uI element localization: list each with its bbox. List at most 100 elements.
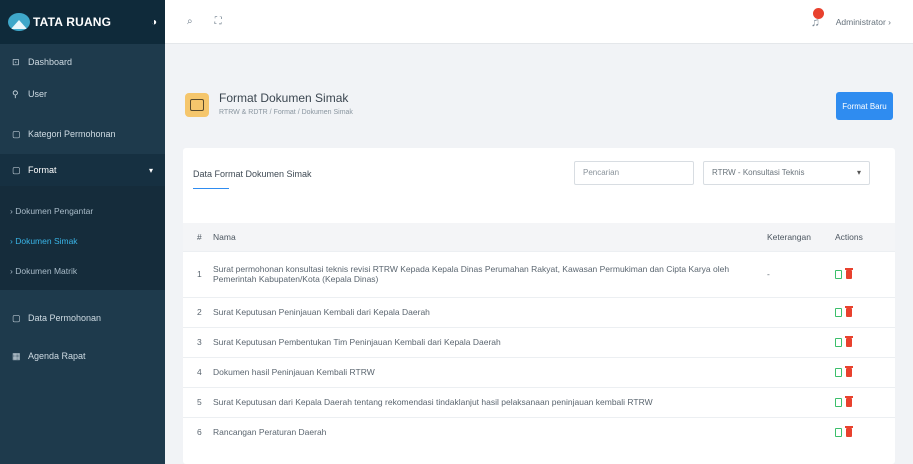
row-actions xyxy=(827,386,895,417)
table-row: 6 Rancangan Peraturan Daerah xyxy=(183,416,895,447)
row-keterangan xyxy=(767,296,827,327)
sidebar-subitem-label: Dokumen Simak xyxy=(15,236,78,246)
row-keterangan xyxy=(767,326,827,357)
row-keterangan xyxy=(767,386,827,417)
sidebar-item-data-permohonan[interactable]: ▢ Data Permohonan xyxy=(0,302,165,334)
row-number: 4 xyxy=(183,356,207,387)
row-number: 3 xyxy=(183,326,207,357)
chevron-down-icon[interactable]: › xyxy=(886,17,891,27)
breadcrumb: RTRW & RDTR / Format / Dokumen Simak xyxy=(219,109,353,116)
mountain-logo-icon xyxy=(8,13,30,31)
table-row: 4 Dokumen hasil Peninjauan Kembali RTRW xyxy=(183,356,895,387)
sidebar-item-label: Dashboard xyxy=(28,57,73,67)
sidebar-subitem-dokumen-matrik[interactable]: › Dokumen Matrik xyxy=(0,256,165,286)
chevron-down-icon: ▾ xyxy=(856,168,861,177)
sidebar-item-label: Format xyxy=(28,165,57,175)
data-table: # Nama Keterangan Actions 1 Surat permoh… xyxy=(183,223,895,447)
new-format-button[interactable]: Format Baru xyxy=(836,92,893,120)
search-icon[interactable]: ⌕ xyxy=(187,16,193,27)
page-title: Format Dokumen Simak xyxy=(219,91,349,105)
edit-icon[interactable] xyxy=(835,338,842,348)
row-actions xyxy=(827,296,895,327)
table-row: 3 Surat Keputusan Pembentukan Tim Peninj… xyxy=(183,326,895,357)
trash-icon[interactable] xyxy=(845,306,853,318)
sidebar-toggle-icon[interactable]: ◑ xyxy=(151,17,157,28)
sidebar-item-label: Data Permohonan xyxy=(28,313,102,323)
calendar-icon: ▦ xyxy=(12,350,21,361)
folder-icon xyxy=(185,93,209,117)
dashboard-icon: ⊡ xyxy=(12,56,20,67)
row-actions xyxy=(827,356,895,387)
column-header-nama: Nama xyxy=(207,223,767,251)
sidebar-submenu: › Dokumen Pengantar › Dokumen Simak › Do… xyxy=(0,186,165,290)
row-actions xyxy=(827,250,895,297)
table-header-row: # Nama Keterangan Actions xyxy=(183,223,895,251)
table-row: 5 Surat Keputusan dari Kepala Daerah ten… xyxy=(183,386,895,417)
row-nama: Rancangan Peraturan Daerah xyxy=(207,416,767,447)
sidebar-item-label: Agenda Rapat xyxy=(28,351,86,361)
column-header-keterangan: Keterangan xyxy=(767,223,827,251)
row-actions xyxy=(827,326,895,357)
table-row: 2 Surat Keputusan Peninjauan Kembali dar… xyxy=(183,296,895,327)
row-keterangan: - xyxy=(767,250,827,297)
trash-icon[interactable] xyxy=(845,366,853,378)
user-icon: ⚲ xyxy=(12,88,19,99)
sidebar-item-label: User xyxy=(28,89,48,99)
sidebar-subitem-label: Dokumen Matrik xyxy=(15,266,78,276)
sidebar-nav: ⊡ Dashboard ⚲ User ▢ Kategori Permohonan… xyxy=(0,46,165,372)
row-number: 2 xyxy=(183,296,207,327)
brand-name: TATA RUANG xyxy=(33,15,112,29)
sidebar-subitem-label: Dokumen Pengantar xyxy=(15,206,94,216)
row-number: 6 xyxy=(183,416,207,447)
sidebar-item-user[interactable]: ⚲ User xyxy=(0,78,165,110)
data-card: Data Format Dokumen Simak Pencarian RTRW… xyxy=(183,148,895,464)
row-nama: Surat Keputusan Peninjauan Kembali dari … xyxy=(207,296,767,327)
notification-bell-icon[interactable]: ♫ xyxy=(811,7,824,29)
row-number: 5 xyxy=(183,386,207,417)
trash-icon[interactable] xyxy=(845,396,853,408)
page-header: Format Dokumen Simak RTRW & RDTR / Forma… xyxy=(185,85,895,125)
edit-icon[interactable] xyxy=(835,398,842,408)
edit-icon[interactable] xyxy=(835,368,842,378)
sidebar-item-kategori[interactable]: ▢ Kategori Permohonan xyxy=(0,118,165,150)
filter-select-value: RTRW - Konsultasi Teknis xyxy=(712,168,805,177)
search-input[interactable]: Pencarian xyxy=(574,161,694,185)
sidebar: TATA RUANG ◑ ⊡ Dashboard ⚲ User ▢ Katego… xyxy=(0,0,165,464)
document-icon: ▢ xyxy=(12,164,21,175)
sidebar-item-label: Kategori Permohonan xyxy=(28,129,116,139)
edit-icon[interactable] xyxy=(835,308,842,318)
sidebar-subitem-dokumen-pengantar[interactable]: › Dokumen Pengantar xyxy=(0,196,165,226)
row-actions xyxy=(827,416,895,447)
brand: TATA RUANG ◑ xyxy=(0,0,165,44)
sidebar-item-format[interactable]: ▢ Format ▾ xyxy=(0,154,165,186)
filter-select[interactable]: RTRW - Konsultasi Teknis ▾ xyxy=(703,161,870,185)
table-row: 1 Surat permohonan konsultasi teknis rev… xyxy=(183,250,895,297)
edit-icon[interactable] xyxy=(835,428,842,438)
fullscreen-icon[interactable]: ⛶ xyxy=(215,16,222,27)
edit-icon[interactable] xyxy=(835,270,842,280)
trash-icon[interactable] xyxy=(845,426,853,438)
sidebar-subitem-dokumen-simak[interactable]: › Dokumen Simak xyxy=(0,226,165,256)
row-nama: Dokumen hasil Peninjauan Kembali RTRW xyxy=(207,356,767,387)
chevron-down-icon: ▾ xyxy=(148,165,153,175)
row-nama: Surat Keputusan dari Kepala Daerah tenta… xyxy=(207,386,767,417)
row-nama: Surat permohonan konsultasi teknis revis… xyxy=(207,250,767,297)
card-title: Data Format Dokumen Simak xyxy=(193,169,312,179)
trash-icon[interactable] xyxy=(845,268,853,280)
topbar: ⌕ ⛶ ♫ Administrator › xyxy=(165,0,913,44)
sidebar-item-agenda-rapat[interactable]: ▦ Agenda Rapat xyxy=(0,340,165,372)
row-nama: Surat Keputusan Pembentukan Tim Peninjau… xyxy=(207,326,767,357)
card-title-underline xyxy=(193,188,229,189)
topbar-right: ♫ Administrator › xyxy=(811,7,891,29)
document-icon: ▢ xyxy=(12,312,21,323)
category-icon: ▢ xyxy=(12,128,21,139)
column-header-actions: Actions xyxy=(827,223,895,251)
row-number: 1 xyxy=(183,250,207,297)
row-keterangan xyxy=(767,416,827,447)
user-menu[interactable]: Administrator xyxy=(836,17,886,27)
sidebar-item-dashboard[interactable]: ⊡ Dashboard xyxy=(0,46,165,78)
row-keterangan xyxy=(767,356,827,387)
notification-badge xyxy=(812,7,824,19)
column-header-no: # xyxy=(183,223,207,251)
trash-icon[interactable] xyxy=(845,336,853,348)
